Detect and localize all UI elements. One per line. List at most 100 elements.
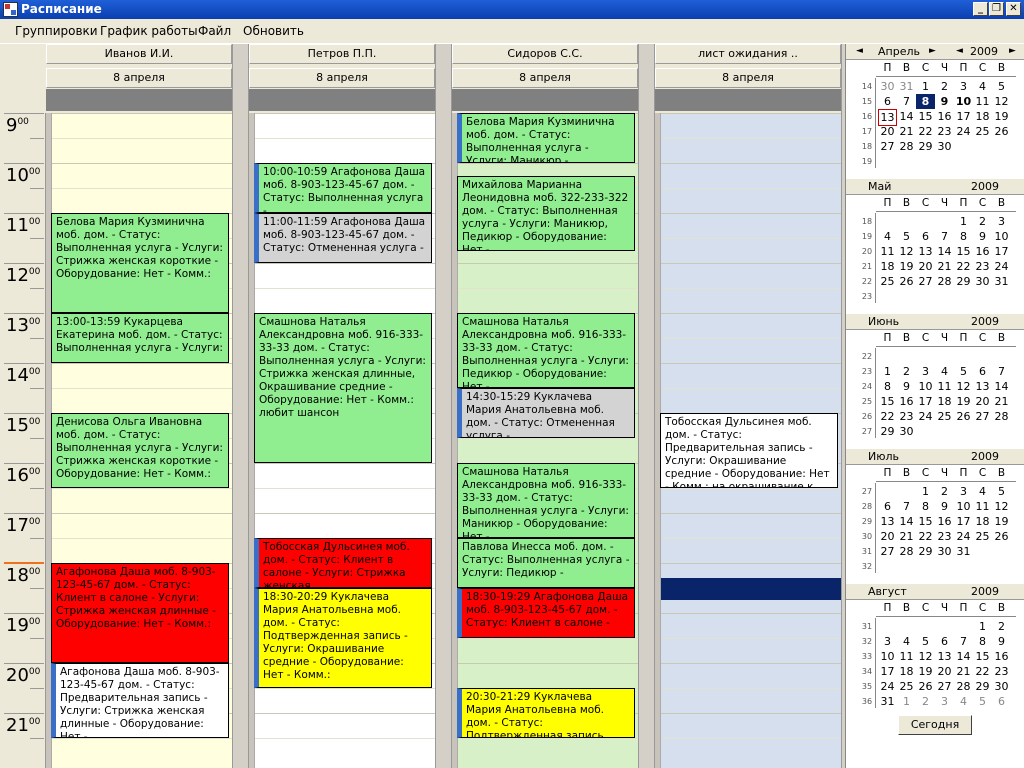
calendar-day[interactable]: 25 (935, 409, 954, 424)
day-column[interactable]: Белова Мария Кузминична моб. дом. - Стат… (46, 113, 232, 768)
calendar-day[interactable]: 2 (973, 214, 992, 229)
calendar-day[interactable]: 4 (973, 79, 992, 94)
calendar-day[interactable]: 19 (954, 394, 973, 409)
calendar-day[interactable]: 9 (935, 499, 954, 514)
calendar-day[interactable]: 21 (954, 664, 973, 679)
calendar-day[interactable]: 27 (878, 544, 897, 559)
calendar-day[interactable]: 3 (878, 634, 897, 649)
calendar-day[interactable]: 22 (916, 529, 935, 544)
calendar-day[interactable]: 14 (954, 649, 973, 664)
calendar-day[interactable]: 15 (878, 394, 897, 409)
calendar-day[interactable]: 10 (878, 649, 897, 664)
calendar-day[interactable]: 17 (878, 664, 897, 679)
calendar-day[interactable]: 30 (878, 79, 897, 94)
calendar-day[interactable]: 6 (878, 499, 897, 514)
close-button[interactable]: ✕ (1006, 2, 1021, 16)
calendar-day[interactable]: 5 (992, 79, 1011, 94)
column-header-date[interactable]: 8 апреля (452, 68, 638, 88)
calendar-day[interactable]: 5 (973, 694, 992, 709)
calendar-day[interactable]: 26 (954, 409, 973, 424)
calendar-day[interactable]: 14 (897, 514, 916, 529)
month-name[interactable]: Апрель (878, 44, 920, 59)
calendar-day[interactable]: 26 (992, 124, 1011, 139)
calendar-day[interactable]: 23 (935, 529, 954, 544)
appointment-block[interactable]: Тобосская Дульсинея моб. дом. - Статус: … (254, 538, 432, 588)
appointment-block[interactable]: Смашнова Наталья Александровна моб. 916-… (254, 313, 432, 463)
calendar-day[interactable]: 25 (973, 124, 992, 139)
calendar-day[interactable]: 7 (897, 499, 916, 514)
calendar-day[interactable]: 7 (954, 634, 973, 649)
calendar-day[interactable]: 30 (935, 139, 954, 154)
calendar-day[interactable]: 28 (992, 409, 1011, 424)
calendar-day[interactable]: 2 (992, 619, 1011, 634)
calendar-day[interactable]: 10 (992, 229, 1011, 244)
calendar-day[interactable]: 28 (954, 679, 973, 694)
calendar-day[interactable]: 9 (935, 94, 954, 109)
calendar-day[interactable]: 12 (992, 499, 1011, 514)
calendar-day[interactable]: 27 (878, 139, 897, 154)
menu-file[interactable]: Файл (198, 24, 231, 38)
calendar-day[interactable]: 8 (973, 634, 992, 649)
appointment-block[interactable]: Агафонова Даша моб. 8-903-123-45-67 дом.… (51, 563, 229, 663)
appointment-block[interactable]: 14:30-15:29 Куклачева Мария Анатольевна … (457, 388, 635, 438)
calendar-day[interactable]: 8 (916, 94, 935, 109)
calendar-day[interactable]: 26 (916, 679, 935, 694)
calendar-day[interactable]: 17 (916, 394, 935, 409)
appointment-block[interactable]: 11:00-11:59 Агафонова Даша моб. 8-903-12… (254, 213, 432, 263)
calendar-day[interactable]: 4 (973, 484, 992, 499)
calendar-day[interactable]: 21 (897, 529, 916, 544)
calendar-day[interactable]: 28 (897, 139, 916, 154)
day-column[interactable]: Тобосская Дульсинея моб. дом. - Статус: … (655, 113, 841, 768)
calendar-day[interactable]: 4 (935, 364, 954, 379)
calendar-day[interactable]: 25 (897, 679, 916, 694)
calendar-day[interactable]: 10 (954, 499, 973, 514)
prev-month-arrow[interactable]: ◄ (856, 44, 863, 59)
calendar-day[interactable]: 16 (992, 649, 1011, 664)
calendar-day[interactable]: 20 (973, 394, 992, 409)
calendar-day[interactable]: 18 (973, 109, 992, 124)
calendar-day[interactable]: 20 (916, 259, 935, 274)
calendar-day[interactable]: 22 (973, 664, 992, 679)
calendar-day[interactable]: 16 (897, 394, 916, 409)
calendar-day[interactable]: 1 (878, 364, 897, 379)
calendar-day[interactable]: 17 (954, 109, 973, 124)
calendar-day[interactable]: 22 (954, 259, 973, 274)
calendar-day[interactable]: 25 (878, 274, 897, 289)
column-header-name[interactable]: Сидоров С.С. (452, 44, 638, 64)
calendar-day[interactable]: 21 (992, 394, 1011, 409)
calendar-day[interactable]: 30 (897, 424, 916, 439)
calendar-day[interactable]: 6 (992, 694, 1011, 709)
calendar-day[interactable]: 1 (916, 484, 935, 499)
calendar-day[interactable]: 10 (916, 379, 935, 394)
calendar-day[interactable]: 29 (916, 544, 935, 559)
calendar-day[interactable]: 12 (954, 379, 973, 394)
calendar-day[interactable]: 19 (916, 664, 935, 679)
calendar-day[interactable]: 26 (992, 529, 1011, 544)
calendar-day[interactable]: 31 (992, 274, 1011, 289)
calendar-day[interactable]: 4 (878, 229, 897, 244)
maximize-button[interactable]: ❐ (989, 2, 1004, 16)
calendar-day[interactable]: 11 (973, 499, 992, 514)
calendar-day[interactable]: 30 (973, 274, 992, 289)
calendar-day[interactable]: 7 (935, 229, 954, 244)
calendar-day[interactable]: 9 (973, 229, 992, 244)
calendar-day[interactable]: 29 (954, 274, 973, 289)
calendar-day[interactable]: 1 (916, 79, 935, 94)
day-column[interactable]: 10:00-10:59 Агафонова Даша моб. 8-903-12… (249, 113, 435, 768)
calendar-day[interactable]: 20 (935, 664, 954, 679)
calendar-day[interactable]: 8 (954, 229, 973, 244)
appointment-block[interactable]: Тобосская Дульсинея моб. дом. - Статус: … (660, 413, 838, 488)
calendar-day[interactable]: 5 (897, 229, 916, 244)
calendar-day[interactable]: 27 (973, 409, 992, 424)
calendar-day[interactable]: 9 (992, 634, 1011, 649)
all-day-area[interactable] (452, 89, 638, 111)
calendar-day[interactable]: 3 (954, 79, 973, 94)
calendar-day[interactable]: 5 (992, 484, 1011, 499)
prev-year-arrow[interactable]: ◄ (956, 44, 963, 59)
calendar-day[interactable]: 11 (897, 649, 916, 664)
calendar-day[interactable]: 24 (878, 679, 897, 694)
calendar-day[interactable]: 18 (973, 514, 992, 529)
calendar-day[interactable]: 1 (973, 619, 992, 634)
calendar-day[interactable]: 8 (878, 379, 897, 394)
column-header-date[interactable]: 8 апреля (655, 68, 841, 88)
